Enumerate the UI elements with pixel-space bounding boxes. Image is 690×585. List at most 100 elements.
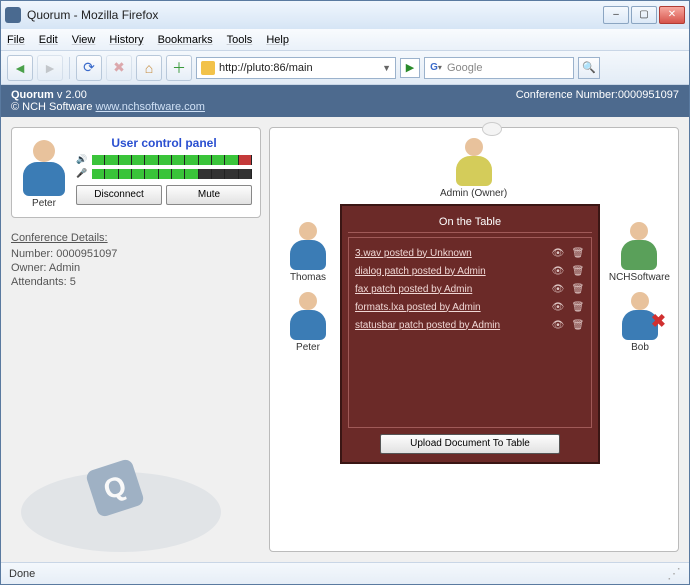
participant-bob[interactable]: ✖ Bob <box>620 288 660 353</box>
titlebar[interactable]: Quorum - Mozilla Firefox – ▢ ✕ <box>1 1 689 29</box>
app-copyright-line: © NCH Software www.nchsoftware.com <box>11 101 205 113</box>
view-icon[interactable]: 👁 <box>551 247 565 259</box>
input-meter-row: 🎤 <box>76 168 252 179</box>
bob-avatar-icon: ✖ <box>620 288 660 340</box>
table-row: dialog patch posted by Admin 👁 🗑 <box>355 262 585 280</box>
toolbar: ◄ ► ⟳ ✖ ⌂ ＋ http://pluto:86/main ▼ ▶ G▾ … <box>1 51 689 85</box>
reload-button[interactable]: ⟳ <box>76 55 102 81</box>
app-copyright: © NCH Software <box>11 101 92 113</box>
menubar: File Edit View History Bookmarks Tools H… <box>1 29 689 51</box>
nch-label: NCHSoftware <box>609 272 670 283</box>
search-placeholder: Google <box>447 62 569 74</box>
admin-avatar-icon <box>454 134 494 186</box>
go-button[interactable]: ▶ <box>400 58 420 78</box>
participant-thomas[interactable]: Thomas <box>288 218 328 283</box>
browser-window: Quorum - Mozilla Firefox – ▢ ✕ File Edit… <box>0 0 690 585</box>
view-icon[interactable]: 👁 <box>551 319 565 331</box>
table-row: 3.wav posted by Unknown 👁 🗑 <box>355 244 585 262</box>
app-icon <box>5 7 21 23</box>
url-dropdown-icon[interactable]: ▼ <box>382 63 391 73</box>
participant-peter[interactable]: Peter <box>288 288 328 353</box>
self-avatar-icon <box>20 136 68 196</box>
view-icon[interactable]: 👁 <box>551 301 565 313</box>
participant-nchsoftware[interactable]: NCHSoftware <box>609 218 670 283</box>
left-column: Peter User control panel 🔊 🎤 <box>11 127 261 552</box>
document-link[interactable]: fax patch posted by Admin <box>355 284 545 295</box>
disconnect-button[interactable]: Disconnect <box>76 185 162 205</box>
document-link[interactable]: dialog patch posted by Admin <box>355 266 545 277</box>
menu-file[interactable]: File <box>7 34 25 46</box>
nch-avatar-icon <box>619 218 659 270</box>
details-owner: Owner: Admin <box>11 262 261 274</box>
minimize-button[interactable]: – <box>603 6 629 24</box>
statusbar: Done ⋰ <box>1 562 689 584</box>
magnifier-icon: 🔍 <box>582 61 596 74</box>
menu-tools[interactable]: Tools <box>227 34 253 46</box>
table-row: fax patch posted by Admin 👁 🗑 <box>355 280 585 298</box>
user-control-panel: Peter User control panel 🔊 🎤 <box>11 127 261 218</box>
menu-history[interactable]: History <box>109 34 143 46</box>
bob-label: Bob <box>620 342 660 353</box>
reload-icon: ⟳ <box>83 59 95 76</box>
plus-icon: ＋ <box>172 58 186 78</box>
delete-icon[interactable]: 🗑 <box>571 301 585 313</box>
control-panel-buttons: Disconnect Mute <box>76 185 252 205</box>
new-tab-button[interactable]: ＋ <box>166 55 192 81</box>
upload-document-button[interactable]: Upload Document To Table <box>380 434 560 454</box>
window-title: Quorum - Mozilla Firefox <box>27 8 603 22</box>
app-header: Quorum v 2.00 © NCH Software www.nchsoft… <box>1 85 689 117</box>
app-version: v 2.00 <box>57 89 87 101</box>
menu-bookmarks[interactable]: Bookmarks <box>158 34 213 46</box>
menu-edit[interactable]: Edit <box>39 34 58 46</box>
mic-icon: 🎤 <box>76 168 88 179</box>
app-name: Quorum <box>11 89 54 101</box>
back-button[interactable]: ◄ <box>7 55 33 81</box>
mute-button[interactable]: Mute <box>166 185 252 205</box>
window-controls: – ▢ ✕ <box>603 6 685 24</box>
search-submit-button[interactable]: 🔍 <box>578 57 600 79</box>
menu-view[interactable]: View <box>72 34 96 46</box>
conference-number-header: Conference Number:0000951097 <box>516 89 679 101</box>
home-button[interactable]: ⌂ <box>136 55 162 81</box>
view-icon[interactable]: 👁 <box>551 283 565 295</box>
vendor-link[interactable]: www.nchsoftware.com <box>96 101 205 113</box>
search-engine-icon[interactable]: G▾ <box>429 61 443 75</box>
participant-admin[interactable]: Admin (Owner) <box>440 134 507 199</box>
table-title: On the Table <box>348 212 592 233</box>
document-link[interactable]: formats.lxa posted by Admin <box>355 302 545 313</box>
table-row: formats.lxa posted by Admin 👁 🗑 <box>355 298 585 316</box>
delete-icon[interactable]: 🗑 <box>571 247 585 259</box>
speech-bubble-icon <box>482 122 502 136</box>
control-panel-controls: User control panel 🔊 🎤 <box>76 136 252 209</box>
details-number: Number: 0000951097 <box>11 248 261 260</box>
arrow-right-icon: ► <box>43 60 57 76</box>
delete-icon[interactable]: 🗑 <box>571 265 585 277</box>
maximize-button[interactable]: ▢ <box>631 6 657 24</box>
stop-button[interactable]: ✖ <box>106 55 132 81</box>
url-bar[interactable]: http://pluto:86/main ▼ <box>196 57 396 79</box>
background-art: Q <box>11 304 261 552</box>
go-icon: ▶ <box>406 61 414 74</box>
peter-label: Peter <box>288 342 328 353</box>
url-text[interactable]: http://pluto:86/main <box>219 62 382 74</box>
output-meter-row: 🔊 <box>76 154 252 165</box>
details-heading: Conference Details: <box>11 232 261 244</box>
menu-help[interactable]: Help <box>266 34 289 46</box>
resize-grip-icon[interactable]: ⋰ <box>667 565 681 582</box>
peter-avatar-icon <box>288 288 328 340</box>
self-name: Peter <box>20 198 68 209</box>
delete-icon[interactable]: 🗑 <box>571 319 585 331</box>
delete-icon[interactable]: 🗑 <box>571 283 585 295</box>
document-link[interactable]: statusbar patch posted by Admin <box>355 320 545 331</box>
forward-button[interactable]: ► <box>37 55 63 81</box>
close-button[interactable]: ✕ <box>659 6 685 24</box>
search-box[interactable]: G▾ Google <box>424 57 574 79</box>
table-list: 3.wav posted by Unknown 👁 🗑 dialog patch… <box>348 237 592 428</box>
app-body: Peter User control panel 🔊 🎤 <box>1 117 689 562</box>
admin-label: Admin (Owner) <box>440 188 507 199</box>
view-icon[interactable]: 👁 <box>551 265 565 277</box>
conference-details: Conference Details: Number: 0000951097 O… <box>11 232 261 290</box>
speaker-icon: 🔊 <box>76 154 88 165</box>
document-link[interactable]: 3.wav posted by Unknown <box>355 248 545 259</box>
app-header-left: Quorum v 2.00 © NCH Software www.nchsoft… <box>11 89 205 113</box>
